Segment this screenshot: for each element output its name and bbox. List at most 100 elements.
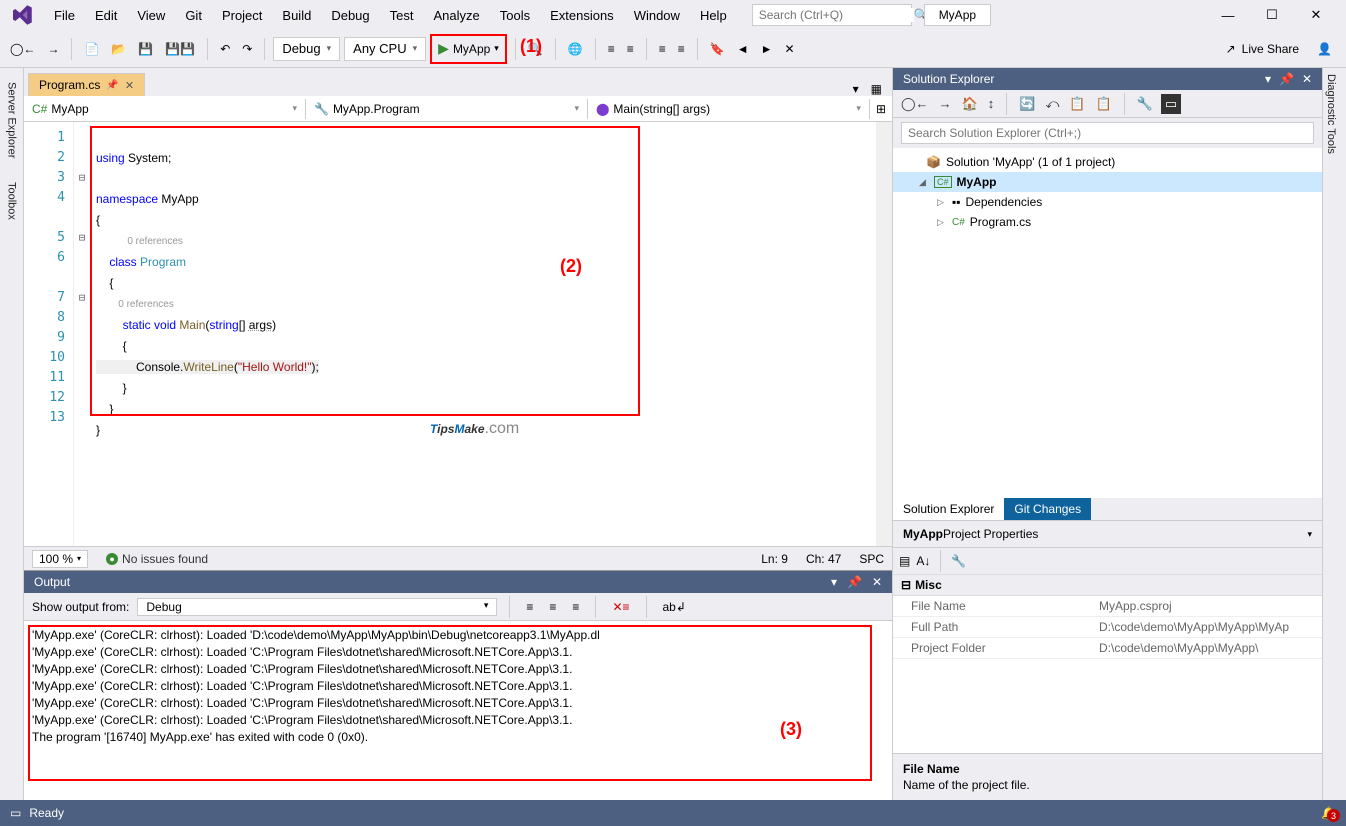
nav-back-button[interactable]: ◯←: [6, 39, 39, 59]
save-all-button[interactable]: 💾💾: [161, 39, 199, 59]
se-search-input[interactable]: [901, 122, 1314, 144]
diagnostic-tools-tab[interactable]: Diagnostic Tools: [1323, 68, 1339, 160]
se-pin-icon[interactable]: 📌: [1279, 72, 1294, 86]
redo-button[interactable]: ↷: [238, 39, 256, 59]
prop-row-filename[interactable]: File NameMyApp.csproj: [893, 596, 1322, 617]
split-editor-icon[interactable]: ⊞: [870, 102, 892, 116]
platform-dropdown[interactable]: Any CPU: [344, 37, 426, 61]
new-project-button[interactable]: 📄: [80, 39, 103, 59]
issues-status[interactable]: No issues found: [106, 552, 208, 566]
tab-program-cs[interactable]: Program.cs 📌 ✕: [28, 73, 145, 96]
word-wrap-icon[interactable]: ≡: [568, 597, 583, 617]
output-text[interactable]: 'MyApp.exe' (CoreCLR: clrhost): Loaded '…: [24, 621, 892, 796]
se-paste-icon[interactable]: 📋: [1094, 94, 1114, 114]
outdent-icon[interactable]: ≡: [623, 39, 638, 59]
properties-grid[interactable]: ⊟Misc File NameMyApp.csproj Full PathD:\…: [893, 574, 1322, 753]
se-dropdown-icon[interactable]: ▾: [1265, 72, 1271, 86]
se-tab-solution[interactable]: Solution Explorer: [893, 498, 1004, 520]
prop-category[interactable]: ⊟Misc: [893, 574, 1322, 596]
bookmark-prev-icon[interactable]: ◄: [733, 39, 753, 59]
menu-test[interactable]: Test: [380, 4, 424, 27]
code-editor[interactable]: 12345678910111213 ⊟⊟⊟ using System; name…: [24, 122, 892, 546]
start-debug-button[interactable]: ▶ MyApp ▾: [430, 34, 507, 64]
menu-analyze[interactable]: Analyze: [423, 4, 489, 27]
output-close-icon[interactable]: ✕: [872, 575, 882, 589]
props-sort-icon[interactable]: A↓: [916, 554, 930, 568]
code-content[interactable]: using System; namespace MyApp { 0 refere…: [90, 122, 892, 546]
se-collapse-icon[interactable]: ⤺: [1043, 94, 1061, 114]
tabs-dropdown-icon[interactable]: ▾: [847, 82, 865, 96]
search-box[interactable]: 🔍: [752, 4, 912, 26]
bookmark-next-icon[interactable]: ►: [757, 39, 777, 59]
config-dropdown[interactable]: Debug: [273, 37, 340, 61]
clear-all-icon[interactable]: ✕≡: [608, 597, 633, 617]
menu-project[interactable]: Project: [212, 4, 272, 27]
toolbox-tab[interactable]: Toolbox: [4, 176, 20, 226]
se-sync-icon[interactable]: ↕: [986, 94, 997, 113]
find-output-icon[interactable]: ≡: [545, 597, 560, 617]
menu-tools[interactable]: Tools: [490, 4, 540, 27]
server-explorer-tab[interactable]: Server Explorer: [4, 76, 20, 164]
uncomment-icon[interactable]: ≡: [674, 39, 689, 59]
se-properties-icon[interactable]: 🔧: [1135, 94, 1155, 114]
toggle-wrap-icon[interactable]: ab↲: [659, 597, 690, 617]
indent-icon[interactable]: ≡: [604, 39, 619, 59]
props-dropdown-icon[interactable]: ▾: [1307, 529, 1312, 540]
bookmark-icon[interactable]: 🔖: [706, 39, 729, 59]
maximize-button[interactable]: ☐: [1250, 1, 1294, 29]
notifications-icon[interactable]: 🔔3: [1321, 806, 1336, 820]
se-copy-icon[interactable]: 📋: [1067, 94, 1087, 114]
nav-method[interactable]: ⬤ Main(string[] args): [588, 99, 870, 119]
pin-icon[interactable]: 📌: [106, 80, 118, 91]
tree-dependencies[interactable]: ▷▪▪Dependencies: [893, 192, 1322, 212]
nav-class[interactable]: 🔧 MyApp.Program: [306, 99, 588, 119]
search-input[interactable]: [759, 8, 914, 22]
menu-window[interactable]: Window: [624, 4, 690, 27]
close-tab-icon[interactable]: ✕: [125, 79, 134, 92]
menu-edit[interactable]: Edit: [85, 4, 127, 27]
props-pages-icon[interactable]: 🔧: [951, 554, 966, 568]
tabs-overflow-icon[interactable]: ▦: [865, 82, 888, 96]
solution-tree[interactable]: 📦Solution 'MyApp' (1 of 1 project) ◢C#My…: [893, 148, 1322, 498]
menu-file[interactable]: File: [44, 4, 85, 27]
bookmark-clear-icon[interactable]: ✕: [781, 39, 799, 59]
tree-solution[interactable]: 📦Solution 'MyApp' (1 of 1 project): [893, 152, 1322, 172]
se-home-icon[interactable]: 🏠: [960, 94, 980, 114]
props-categorize-icon[interactable]: ▤: [899, 554, 910, 568]
menu-debug[interactable]: Debug: [321, 4, 379, 27]
se-showall-icon[interactable]: ▭: [1161, 94, 1181, 114]
prop-row-fullpath[interactable]: Full PathD:\code\demo\MyApp\MyApp\MyAp: [893, 617, 1322, 638]
fold-column[interactable]: ⊟⊟⊟: [74, 122, 90, 546]
se-refresh-icon[interactable]: 🔄: [1017, 94, 1037, 114]
output-pin-icon[interactable]: 📌: [847, 575, 862, 589]
zoom-dropdown[interactable]: 100 %: [32, 550, 88, 568]
minimize-button[interactable]: —: [1206, 1, 1250, 29]
liveshare[interactable]: ↗ Live Share 👤: [1218, 42, 1340, 56]
nav-project[interactable]: C# MyApp: [24, 99, 306, 119]
se-fwd-icon[interactable]: →: [937, 94, 954, 113]
output-dropdown-icon[interactable]: ▾: [831, 575, 837, 589]
save-button[interactable]: 💾: [134, 39, 157, 59]
tree-project[interactable]: ◢C#MyApp: [893, 172, 1322, 192]
close-button[interactable]: ✕: [1294, 1, 1338, 29]
menu-git[interactable]: Git: [175, 4, 212, 27]
open-button[interactable]: 📂: [107, 39, 130, 59]
clear-output-icon[interactable]: ≡: [522, 597, 537, 617]
vscroll[interactable]: [876, 122, 892, 546]
se-tab-git[interactable]: Git Changes: [1004, 498, 1091, 520]
tree-program-cs[interactable]: ▷C#Program.cs: [893, 212, 1322, 232]
se-close-icon[interactable]: ✕: [1302, 72, 1312, 86]
browser-link-icon[interactable]: 🌐: [564, 39, 587, 59]
comment-icon[interactable]: ≡: [655, 39, 670, 59]
menu-extensions[interactable]: Extensions: [540, 4, 624, 27]
menu-help[interactable]: Help: [690, 4, 737, 27]
user-icon[interactable]: 👤: [1317, 42, 1332, 56]
menu-view[interactable]: View: [127, 4, 175, 27]
output-source-dropdown[interactable]: Debug: [137, 598, 497, 616]
undo-button[interactable]: ↶: [216, 39, 234, 59]
nav-fwd-button[interactable]: →: [43, 39, 63, 59]
se-search[interactable]: [893, 118, 1322, 148]
se-back-icon[interactable]: ◯←: [899, 94, 931, 114]
menu-build[interactable]: Build: [272, 4, 321, 27]
prop-row-projectfolder[interactable]: Project FolderD:\code\demo\MyApp\MyApp\: [893, 638, 1322, 659]
